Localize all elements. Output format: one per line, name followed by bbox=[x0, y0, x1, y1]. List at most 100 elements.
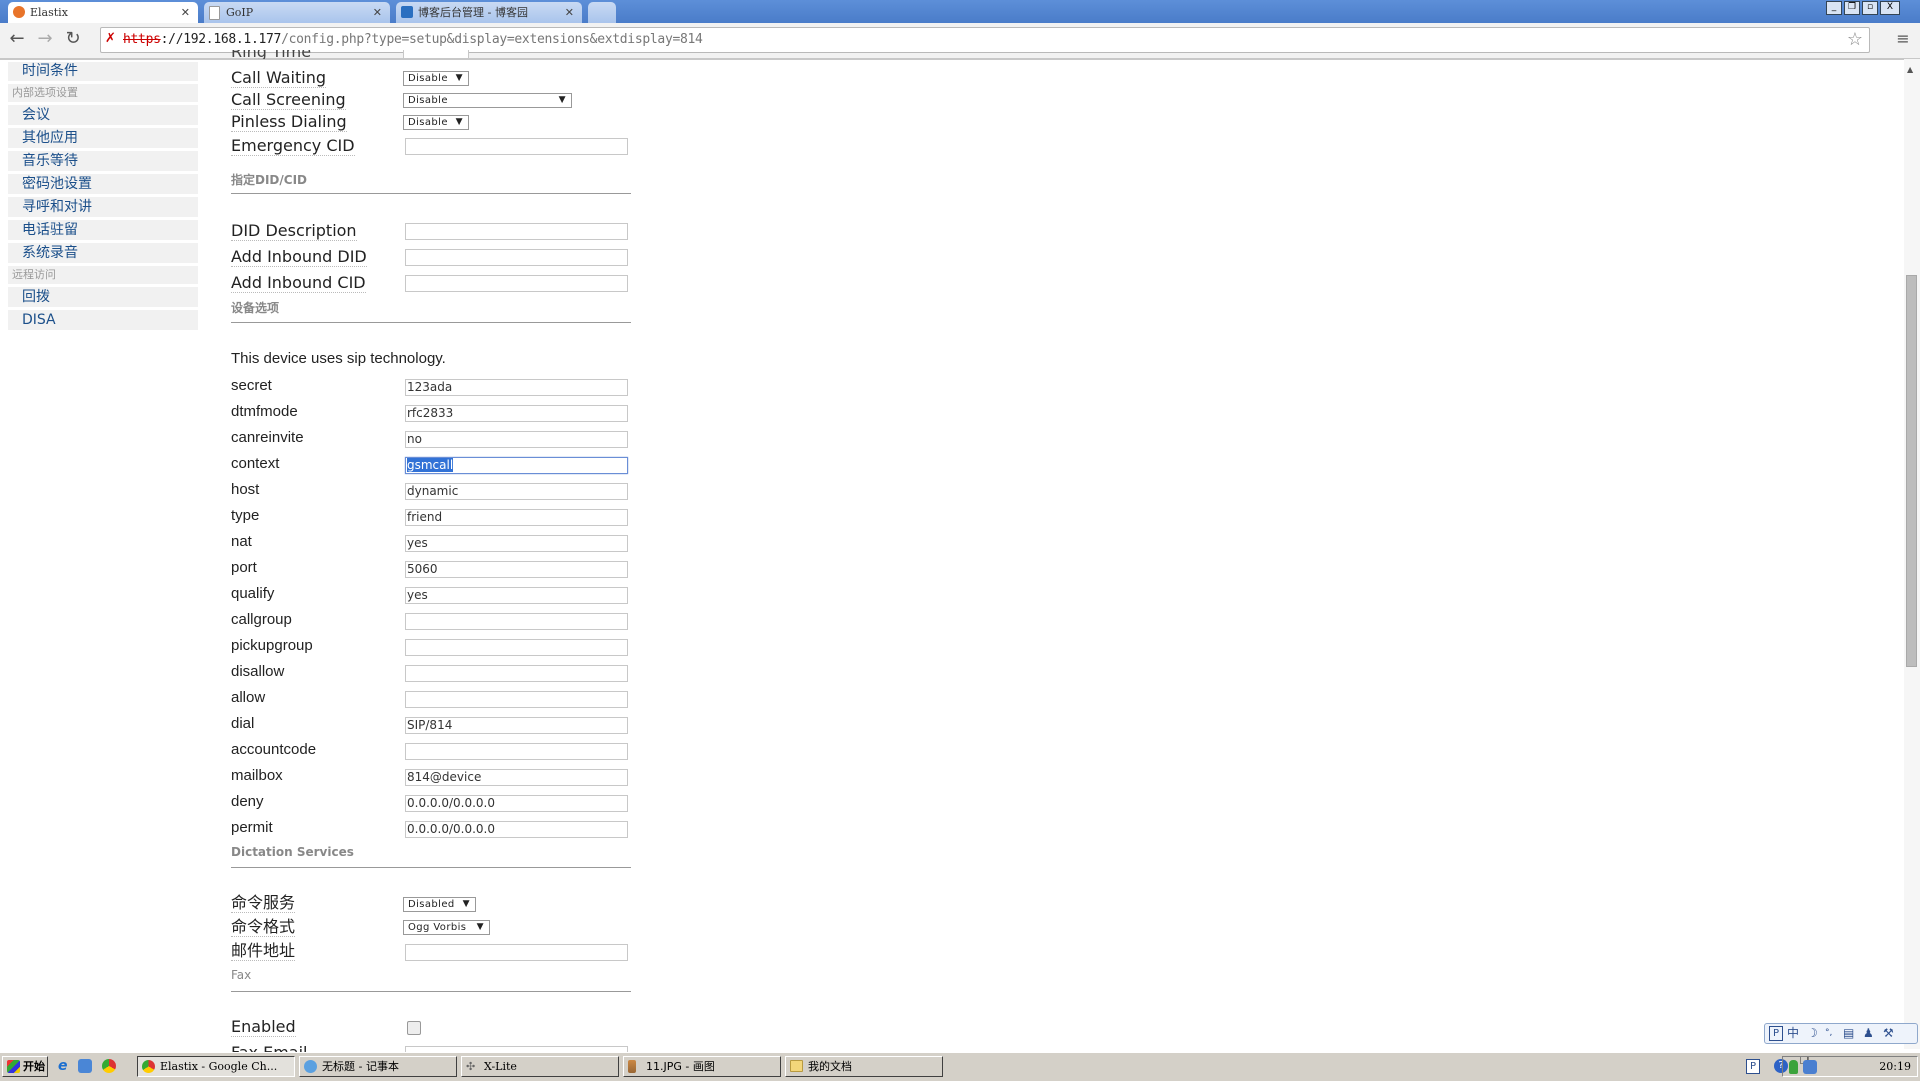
dictation-email-input[interactable] bbox=[405, 944, 628, 961]
sidebar-item-paging-intercom[interactable]: 寻呼和对讲 bbox=[8, 197, 198, 217]
url-text[interactable]: https://192.168.1.177/config.php?type=se… bbox=[123, 28, 703, 52]
call-screening-select[interactable]: Disable ▼ bbox=[403, 93, 572, 108]
qualify-input[interactable]: yes bbox=[405, 587, 628, 604]
sidebar-item-disa[interactable]: DISA bbox=[8, 310, 198, 330]
user-icon[interactable]: ♟ bbox=[1863, 1024, 1874, 1043]
sidebar-item-parking-lot[interactable]: 电话驻留 bbox=[8, 220, 198, 240]
cnblogs-favicon-icon bbox=[401, 6, 413, 18]
maximize-window-button[interactable]: ▫ bbox=[1862, 1, 1878, 15]
accountcode-input[interactable] bbox=[405, 743, 628, 760]
dial-input[interactable]: SIP/814 bbox=[405, 717, 628, 734]
fax-section-title: Fax bbox=[231, 968, 252, 982]
fax-enabled-checkbox[interactable] bbox=[407, 1021, 421, 1035]
paint-icon bbox=[628, 1060, 636, 1073]
ime-toolbar: P 中 ☽ °, ▤ ♟ ⚒ bbox=[1764, 1023, 1918, 1044]
host-value: dynamic bbox=[407, 484, 459, 498]
type-input[interactable]: friend bbox=[405, 509, 628, 526]
ime-mode-toggle[interactable]: 中 bbox=[1787, 1024, 1799, 1043]
outlook-express-icon[interactable] bbox=[78, 1059, 92, 1073]
close-window-button[interactable]: X bbox=[1880, 1, 1900, 15]
page-icon bbox=[209, 6, 220, 20]
did-description-input[interactable] bbox=[405, 223, 628, 240]
add-inbound-cid-input[interactable] bbox=[405, 275, 628, 292]
sidebar-item-music-on-hold[interactable]: 音乐等待 bbox=[8, 151, 198, 171]
mailbox-input[interactable]: 814@device bbox=[405, 769, 628, 786]
allow-label: allow bbox=[231, 689, 266, 706]
sidebar-item-callback[interactable]: 回拨 bbox=[8, 287, 198, 307]
settings-wrench-icon[interactable]: ⚒ bbox=[1883, 1024, 1894, 1043]
call-waiting-select[interactable]: Disable ▼ bbox=[403, 71, 469, 86]
tab-cnblogs[interactable]: 博客后台管理 - 博客园 ✕ bbox=[396, 2, 582, 23]
sidebar-item-pin-sets[interactable]: 密码池设置 bbox=[8, 174, 198, 194]
scroll-up-arrow-icon[interactable]: ▲ bbox=[1907, 65, 1913, 74]
canreinvite-label: canreinvite bbox=[231, 429, 304, 446]
punctuation-icon[interactable]: °, bbox=[1825, 1024, 1832, 1043]
dictation-format-select[interactable]: Ogg Vorbis ▼ bbox=[403, 920, 490, 935]
sidebar-item-system-recordings[interactable]: 系统录音 bbox=[8, 243, 198, 263]
half-width-moon-icon[interactable]: ☽ bbox=[1807, 1024, 1818, 1043]
sidebar-item-time-conditions[interactable]: 时间条件 bbox=[8, 62, 198, 81]
minimize-window-button[interactable]: _ bbox=[1826, 1, 1842, 15]
tab-label: Elastix bbox=[30, 6, 68, 19]
nat-label: nat bbox=[231, 533, 252, 550]
bookmark-star-icon[interactable]: ☆ bbox=[1847, 29, 1863, 50]
chrome-quicklaunch-icon[interactable] bbox=[102, 1059, 116, 1073]
add-inbound-did-input[interactable] bbox=[405, 249, 628, 266]
reload-icon[interactable]: ↻ bbox=[62, 28, 84, 50]
dtmfmode-label: dtmfmode bbox=[231, 403, 298, 420]
start-button[interactable]: 开始 bbox=[2, 1056, 48, 1077]
ie-icon[interactable]: e bbox=[58, 1058, 68, 1074]
close-tab-icon[interactable]: ✕ bbox=[373, 2, 382, 23]
context-input[interactable]: gsmcall bbox=[405, 457, 628, 474]
taskbar-item-notepad[interactable]: 无标题 - 记事本 bbox=[299, 1056, 457, 1077]
notepad-icon bbox=[304, 1060, 317, 1073]
insecure-lock-icon[interactable]: ✗ bbox=[105, 31, 116, 46]
dial-value: SIP/814 bbox=[407, 718, 453, 732]
back-arrow-icon[interactable]: ← bbox=[6, 28, 28, 50]
menu-icon[interactable]: ≡ bbox=[1892, 28, 1914, 50]
dictation-service-select[interactable]: Disabled ▼ bbox=[403, 897, 476, 912]
mailbox-value: 814@device bbox=[407, 770, 482, 784]
address-bar[interactable]: ✗ https://192.168.1.177/config.php?type=… bbox=[100, 27, 1870, 53]
disallow-input[interactable] bbox=[405, 665, 628, 682]
close-tab-icon[interactable]: ✕ bbox=[181, 2, 190, 23]
call-waiting-label: Call Waiting bbox=[231, 68, 327, 88]
dtmfmode-input[interactable]: rfc2833 bbox=[405, 405, 628, 422]
nat-input[interactable]: yes bbox=[405, 535, 628, 552]
pinless-dialing-select[interactable]: Disable ▼ bbox=[403, 115, 469, 130]
restore-window-button[interactable]: ❐ bbox=[1844, 1, 1860, 15]
scrollbar-thumb[interactable] bbox=[1906, 275, 1917, 667]
tab-goip[interactable]: GoIP ✕ bbox=[204, 2, 390, 23]
vertical-scrollbar[interactable]: ▲ bbox=[1904, 59, 1920, 1049]
new-tab-button[interactable] bbox=[588, 2, 616, 23]
soft-keyboard-icon[interactable]: ▤ bbox=[1843, 1024, 1854, 1043]
port-input[interactable]: 5060 bbox=[405, 561, 628, 578]
taskbar-item-xlite[interactable]: ✣ X-Lite bbox=[461, 1056, 619, 1077]
emergency-cid-input[interactable] bbox=[405, 138, 628, 155]
close-tab-icon[interactable]: ✕ bbox=[565, 2, 574, 23]
callgroup-input[interactable] bbox=[405, 613, 628, 630]
sidebar-item-conferences[interactable]: 会议 bbox=[8, 105, 198, 125]
host-input[interactable]: dynamic bbox=[405, 483, 628, 500]
canreinvite-input[interactable]: no bbox=[405, 431, 628, 448]
clock: 20:19 bbox=[1879, 1060, 1911, 1073]
ime-tray-icon[interactable]: P bbox=[1746, 1059, 1760, 1074]
sidebar-item-misc-applications[interactable]: 其他应用 bbox=[8, 128, 198, 148]
taskbar-item-my-documents[interactable]: 我的文档 bbox=[785, 1056, 943, 1077]
ime-logo-icon[interactable]: P bbox=[1769, 1026, 1783, 1041]
pickupgroup-input[interactable] bbox=[405, 639, 628, 656]
forward-arrow-icon[interactable]: → bbox=[34, 28, 56, 50]
type-label: type bbox=[231, 507, 260, 524]
allow-input[interactable] bbox=[405, 691, 628, 708]
ring-time-select[interactable] bbox=[403, 50, 469, 59]
taskbar-item-elastix[interactable]: Elastix - Google Ch... bbox=[137, 1056, 295, 1077]
secret-input[interactable]: 123ada bbox=[405, 379, 628, 396]
accountcode-label: accountcode bbox=[231, 741, 317, 758]
network-icon[interactable] bbox=[1803, 1060, 1817, 1074]
dropdown-arrow-icon: ▼ bbox=[455, 73, 463, 83]
deny-input[interactable]: 0.0.0.0/0.0.0.0 bbox=[405, 795, 628, 812]
taskbar-item-paint[interactable]: 11.JPG - 画图 bbox=[623, 1056, 781, 1077]
permit-input[interactable]: 0.0.0.0/0.0.0.0 bbox=[405, 821, 628, 838]
tab-elastix[interactable]: Elastix ✕ bbox=[8, 2, 198, 23]
qq-status-icon[interactable] bbox=[1789, 1060, 1798, 1074]
